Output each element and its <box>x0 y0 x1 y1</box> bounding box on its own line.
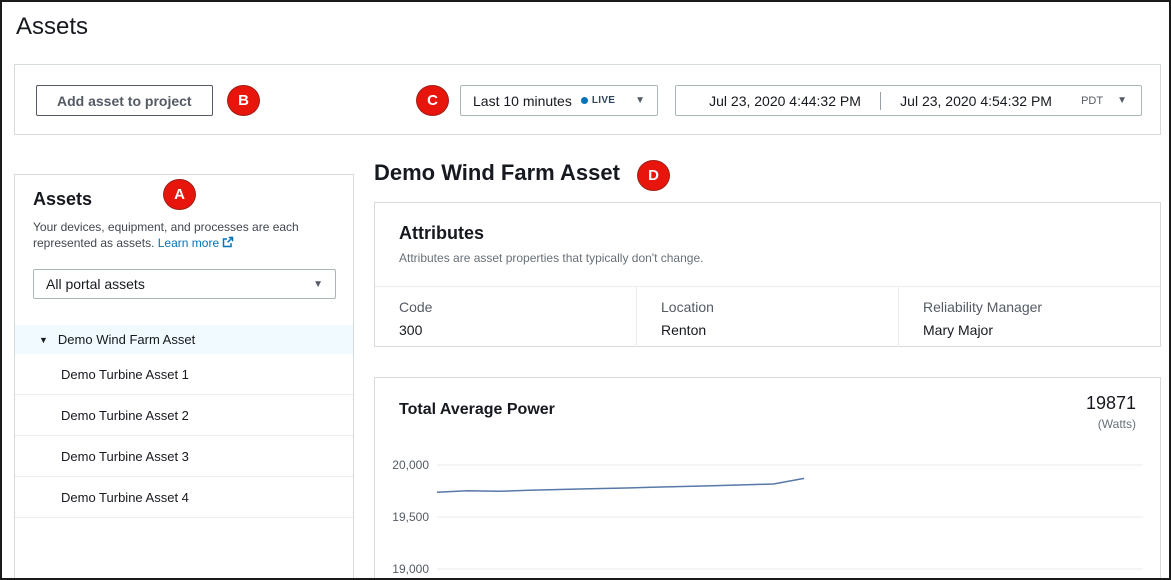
assets-page: Assets Add asset to project B C Last 10 … <box>0 0 1171 580</box>
tree-root-label: Demo Wind Farm Asset <box>58 332 195 347</box>
attributes-subtitle: Attributes are asset properties that typ… <box>399 251 1136 265</box>
attribute-value: Renton <box>661 322 874 338</box>
attribute-label: Location <box>661 299 874 315</box>
tree-item-demo-turbine-asset-2[interactable]: Demo Turbine Asset 2 <box>15 395 353 436</box>
power-value-unit: (Watts) <box>1086 417 1136 431</box>
assets-panel-title: Assets <box>33 189 92 210</box>
date-range-start: Jul 23, 2020 4:44:32 PM <box>690 93 880 109</box>
timezone-label: PDT <box>1081 95 1103 107</box>
add-asset-to-project-button[interactable]: Add asset to project <box>36 85 213 116</box>
live-indicator: LIVE <box>581 95 615 106</box>
caret-down-icon: ▼ <box>313 279 323 290</box>
attribute-code: Code 300 <box>375 287 636 347</box>
total-average-power-card: Total Average Power 19871 (Watts) 20,000… <box>374 377 1161 580</box>
asset-filter-value: All portal assets <box>46 276 145 292</box>
power-value-number: 19871 <box>1086 393 1136 414</box>
live-label: LIVE <box>592 95 615 106</box>
svg-text:20,000: 20,000 <box>392 458 429 472</box>
power-card-title: Total Average Power <box>399 401 555 419</box>
attribute-reliability-manager: Reliability Manager Mary Major <box>898 287 1160 347</box>
annotation-a: A <box>163 179 196 210</box>
time-range-label: Last 10 minutes <box>473 93 572 109</box>
tree-item-demo-turbine-asset-1[interactable]: Demo Turbine Asset 1 <box>15 354 353 395</box>
tree-item-demo-turbine-asset-3[interactable]: Demo Turbine Asset 3 <box>15 436 353 477</box>
external-link-icon <box>222 236 234 248</box>
tree-expand-caret-icon[interactable]: ▼ <box>39 335 48 345</box>
svg-text:19,000: 19,000 <box>392 562 429 576</box>
asset-tree: ▼ Demo Wind Farm Asset Demo Turbine Asse… <box>15 325 353 518</box>
attributes-header: Attributes Attributes are asset properti… <box>375 203 1160 287</box>
tree-child-label: Demo Turbine Asset 3 <box>61 449 189 464</box>
time-range-select[interactable]: Last 10 minutes LIVE ▼ <box>460 85 658 116</box>
assets-panel-description: Your devices, equipment, and processes a… <box>33 219 327 251</box>
power-latest-value: 19871 (Watts) <box>1086 393 1136 431</box>
attribute-value: Mary Major <box>923 322 1136 338</box>
attribute-value: 300 <box>399 322 612 338</box>
caret-down-icon: ▼ <box>635 95 645 106</box>
page-title: Assets <box>16 13 88 41</box>
date-range-picker[interactable]: Jul 23, 2020 4:44:32 PM Jul 23, 2020 4:5… <box>675 85 1142 116</box>
attributes-card: Attributes Attributes are asset properti… <box>374 202 1161 347</box>
toolbar: Add asset to project B C Last 10 minutes… <box>14 64 1161 135</box>
assets-panel: Assets A Your devices, equipment, and pr… <box>14 174 354 580</box>
attributes-columns: Code 300 Location Renton Reliability Man… <box>375 287 1160 347</box>
tree-item-demo-turbine-asset-4[interactable]: Demo Turbine Asset 4 <box>15 477 353 518</box>
attribute-location: Location Renton <box>636 287 898 347</box>
tree-child-label: Demo Turbine Asset 1 <box>61 367 189 382</box>
tree-child-label: Demo Turbine Asset 2 <box>61 408 189 423</box>
tree-item-demo-wind-farm-asset[interactable]: ▼ Demo Wind Farm Asset <box>15 325 353 354</box>
learn-more-link[interactable]: Learn more <box>158 236 234 250</box>
power-line-chart: 20,000 19,500 19,000 <box>387 440 1147 580</box>
attribute-label: Reliability Manager <box>923 299 1136 315</box>
svg-text:19,500: 19,500 <box>392 510 429 524</box>
attributes-title: Attributes <box>399 223 1136 244</box>
annotation-b: B <box>227 85 260 116</box>
attribute-label: Code <box>399 299 612 315</box>
live-dot-icon <box>581 97 588 104</box>
tree-child-label: Demo Turbine Asset 4 <box>61 490 189 505</box>
annotation-d: D <box>637 160 670 191</box>
learn-more-label: Learn more <box>158 236 219 250</box>
caret-down-icon: ▼ <box>1117 95 1127 106</box>
asset-filter-select[interactable]: All portal assets ▼ <box>33 269 336 299</box>
date-range-end: Jul 23, 2020 4:54:32 PM <box>881 93 1071 109</box>
selected-asset-heading: Demo Wind Farm Asset <box>374 160 620 186</box>
annotation-c: C <box>416 85 449 116</box>
